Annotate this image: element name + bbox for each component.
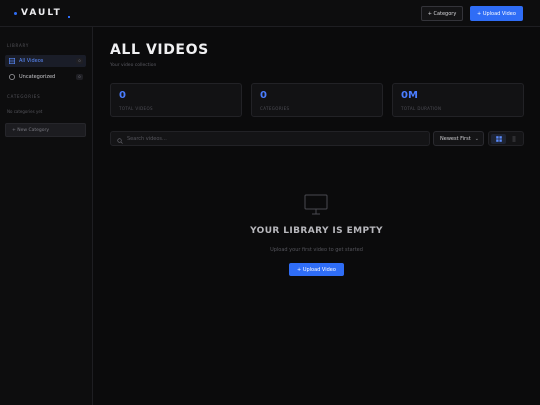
app-logo[interactable]: VAULT — [14, 7, 70, 19]
search-bar[interactable] — [110, 131, 430, 146]
list-view-button[interactable] — [506, 134, 521, 144]
sidebar-item-all-videos[interactable]: All Videos 0 — [5, 55, 86, 67]
stat-card-categories: 0 CATEGORIES — [251, 83, 383, 117]
stat-card-total-duration: 0M TOTAL DURATION — [392, 83, 524, 117]
new-category-button[interactable]: + New Category — [5, 123, 86, 137]
stat-label: CATEGORIES — [260, 106, 290, 111]
grid-view-button[interactable] — [491, 133, 506, 144]
upload-video-button[interactable]: + Upload Video — [470, 6, 523, 21]
top-bar: VAULT + Category + Upload Video — [0, 0, 540, 27]
sidebar-item-uncategorized[interactable]: Uncategorized 0 — [5, 71, 86, 83]
sidebar-item-count: 0 — [76, 58, 83, 64]
logo-cursor-icon — [67, 15, 70, 18]
categories-empty-text: No categories yet — [7, 109, 43, 114]
grid-view-icon — [495, 135, 502, 142]
sort-select[interactable]: Newest First ⌄ — [433, 131, 484, 146]
sidebar-item-label: All Videos — [19, 58, 44, 64]
categories-heading: CATEGORIES — [7, 94, 41, 99]
empty-state-title: YOUR LIBRARY IS EMPTY — [250, 226, 383, 236]
sidebar-item-count: 0 — [76, 74, 83, 80]
sidebar: LIBRARY All Videos 0 Uncategorized 0 CAT… — [0, 27, 93, 405]
stat-value: 0M — [401, 90, 418, 101]
grid-icon — [9, 58, 15, 64]
stat-card-total-videos: 0 TOTAL VIDEOS — [110, 83, 242, 117]
stat-label: TOTAL VIDEOS — [119, 106, 153, 111]
empty-state-message: Upload your first video to get started — [270, 247, 363, 253]
page-subtitle: Your video collection — [110, 63, 157, 68]
stat-value: 0 — [260, 90, 267, 101]
clock-icon — [9, 74, 15, 80]
chevron-down-icon: ⌄ — [474, 136, 479, 142]
stat-label: TOTAL DURATION — [401, 106, 442, 111]
logo-text: VAULT — [21, 8, 62, 18]
stat-value: 0 — [119, 90, 126, 101]
add-category-button[interactable]: + Category — [421, 6, 463, 21]
list-view-icon — [512, 136, 515, 141]
sidebar-item-label: Uncategorized — [19, 74, 56, 80]
search-input[interactable] — [127, 135, 407, 142]
logo-dot-icon — [14, 11, 17, 15]
search-icon — [117, 129, 123, 148]
view-toggle — [488, 131, 524, 146]
sort-selected-value: Newest First — [440, 135, 471, 142]
monitor-icon — [304, 194, 328, 216]
library-heading: LIBRARY — [7, 43, 30, 48]
page-title: ALL VIDEOS — [110, 42, 209, 58]
empty-state-upload-button[interactable]: + Upload Video — [289, 263, 344, 276]
